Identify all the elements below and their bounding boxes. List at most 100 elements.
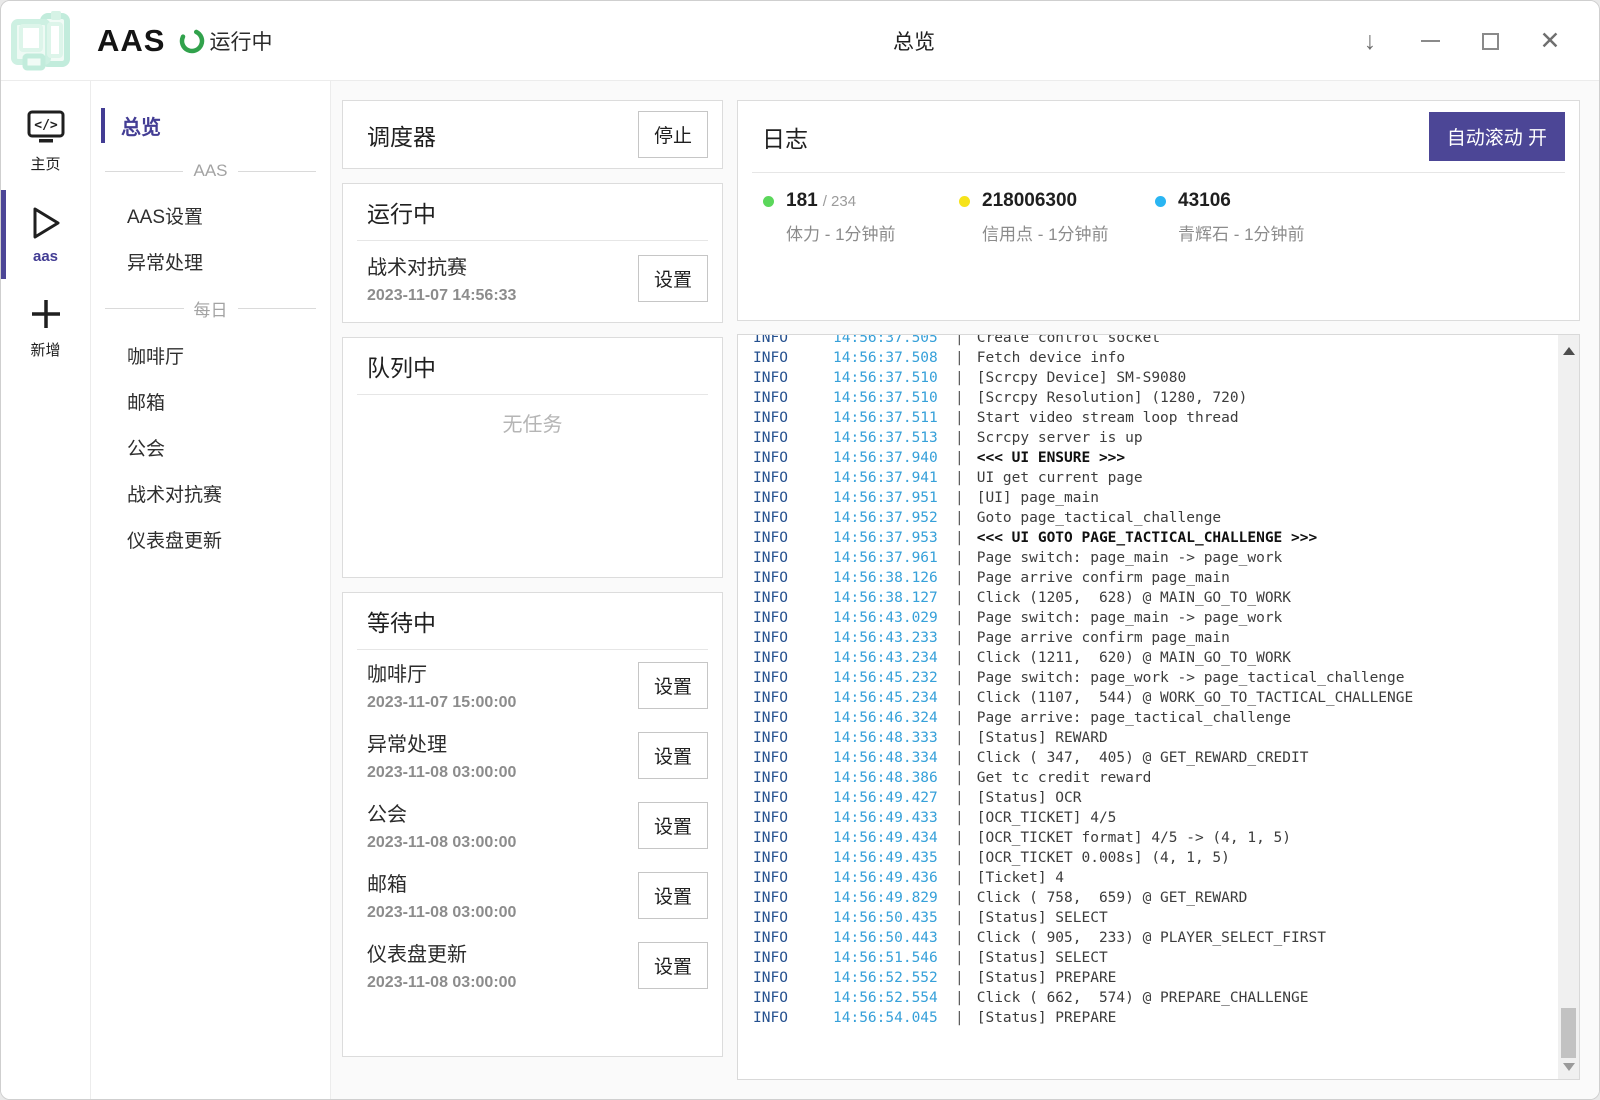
scheduler-title: 调度器 xyxy=(367,118,436,152)
log-scrollbar[interactable] xyxy=(1558,335,1579,1079)
log-separator: | xyxy=(955,490,964,506)
sidebar-item[interactable]: 咖啡厅 xyxy=(91,334,330,377)
log-line: INFO 14:56:38.126 | Page arrive confirm … xyxy=(753,568,1558,588)
log-line: INFO 14:56:52.552 | [Status] PREPARE xyxy=(753,968,1558,988)
scroll-up-icon[interactable] xyxy=(1563,347,1575,355)
log-separator: | xyxy=(955,910,964,926)
log-message: Click (1205, 628) @ MAIN_GO_TO_WORK xyxy=(977,590,1291,606)
sidebar-item[interactable]: 邮箱 xyxy=(91,380,330,423)
run-status-label: 运行中 xyxy=(209,26,272,56)
log-timestamp: 14:56:37.505 xyxy=(833,334,955,346)
log-level: INFO xyxy=(753,334,833,346)
log-level: INFO xyxy=(753,510,833,526)
sidebar-item[interactable]: 每日 xyxy=(91,286,330,331)
log-timestamp: 14:56:43.234 xyxy=(833,650,955,666)
settings-button[interactable]: 设置 xyxy=(638,802,708,849)
sidebar-item-label: AAS xyxy=(193,161,227,181)
sidebar-item-label: 邮箱 xyxy=(127,393,165,414)
settings-button[interactable]: 设置 xyxy=(638,732,708,779)
log-message: [UI] page_main xyxy=(977,490,1099,506)
log-lines: INFO 14:56:37.505 | Create control socke… xyxy=(738,334,1558,1079)
log-line: INFO 14:56:38.127 | Click (1205, 628) @ … xyxy=(753,588,1558,608)
stop-button[interactable]: 停止 xyxy=(638,111,708,158)
log-separator: | xyxy=(955,710,964,726)
download-icon[interactable]: ↓ xyxy=(1357,28,1383,54)
task-time: 2023-11-07 14:56:33 xyxy=(367,287,516,305)
log-message: Click ( 758, 659) @ GET_REWARD xyxy=(977,890,1248,906)
window-controls: ↓ ✕ xyxy=(1357,1,1563,81)
log-level: INFO xyxy=(753,810,833,826)
log-message: Scrcpy server is up xyxy=(977,430,1143,446)
sidebar-item[interactable]: 公会 xyxy=(91,426,330,469)
rail-item-label: aas xyxy=(33,248,58,265)
log-line: INFO 14:56:50.435 | [Status] SELECT xyxy=(753,908,1558,928)
log-message: Get tc credit reward xyxy=(977,770,1152,786)
sidebar-item[interactable]: 仪表盘更新 xyxy=(91,518,330,561)
app-name: AAS xyxy=(97,23,165,59)
stat-value: 218006300 xyxy=(982,190,1077,212)
log-level: INFO xyxy=(753,830,833,846)
log-line: INFO 14:56:43.029 | Page switch: page_ma… xyxy=(753,608,1558,628)
task-time: 2023-11-08 03:00:00 xyxy=(367,834,516,852)
sidebar-item-label: 仪表盘更新 xyxy=(127,531,222,552)
log-line: INFO 14:56:49.435 | [OCR_TICKET 0.008s] … xyxy=(753,848,1558,868)
scrollbar-thumb[interactable] xyxy=(1561,1008,1576,1058)
rail-item-aas[interactable]: aas xyxy=(1,192,90,277)
sidebar-item[interactable]: AAS xyxy=(91,151,330,191)
log-level: INFO xyxy=(753,670,833,686)
log-line: INFO 14:56:37.505 | Create control socke… xyxy=(753,334,1558,348)
sidebar-item-label: 总览 xyxy=(121,117,161,139)
task-time: 2023-11-08 03:00:00 xyxy=(367,904,516,922)
log-level: INFO xyxy=(753,650,833,666)
log-separator: | xyxy=(955,790,964,806)
settings-button[interactable]: 设置 xyxy=(638,255,708,302)
log-line: INFO 14:56:43.233 | Page arrive confirm … xyxy=(753,628,1558,648)
log-separator: | xyxy=(955,990,964,1006)
task-time: 2023-11-08 03:00:00 xyxy=(367,974,516,992)
waiting-task-list: 咖啡厅 2023-11-07 15:00:00 设置 异常处理 2023-11-… xyxy=(343,650,722,1000)
task-name: 公会 xyxy=(367,798,516,827)
rail-item-add[interactable]: 新增 xyxy=(1,283,90,372)
autoscroll-toggle-button[interactable]: 自动滚动 开 xyxy=(1429,112,1565,161)
log-message: [Status] PREPARE xyxy=(977,970,1117,986)
log-message: <<< UI ENSURE >>> xyxy=(977,450,1125,466)
play-icon xyxy=(28,202,64,244)
close-icon[interactable]: ✕ xyxy=(1537,28,1563,54)
log-timestamp: 14:56:49.427 xyxy=(833,790,955,806)
sidebar-item[interactable]: 异常处理 xyxy=(91,240,330,283)
log-message: Goto page_tactical_challenge xyxy=(977,510,1221,526)
log-line: INFO 14:56:51.546 | [Status] SELECT xyxy=(753,948,1558,968)
log-level: INFO xyxy=(753,490,833,506)
running-title: 运行中 xyxy=(367,195,436,229)
log-level: INFO xyxy=(753,970,833,986)
sidebar-item[interactable]: AAS设置 xyxy=(91,194,330,237)
log-line: INFO 14:56:37.953 | <<< UI GOTO PAGE_TAC… xyxy=(753,528,1558,548)
settings-button[interactable]: 设置 xyxy=(638,942,708,989)
log-separator: | xyxy=(955,470,964,486)
log-timestamp: 14:56:48.333 xyxy=(833,730,955,746)
log-line: INFO 14:56:46.324 | Page arrive: page_ta… xyxy=(753,708,1558,728)
task-time: 2023-11-07 15:00:00 xyxy=(367,694,516,712)
rail-item-home[interactable]: </> 主页 xyxy=(1,97,90,186)
log-separator: | xyxy=(955,930,964,946)
log-message: Fetch device info xyxy=(977,350,1125,366)
log-level: INFO xyxy=(753,690,833,706)
log-level: INFO xyxy=(753,390,833,406)
maximize-icon[interactable] xyxy=(1477,28,1503,54)
log-level: INFO xyxy=(753,990,833,1006)
log-separator: | xyxy=(955,630,964,646)
log-level: INFO xyxy=(753,870,833,886)
code-monitor-icon: </> xyxy=(26,107,66,149)
settings-button[interactable]: 设置 xyxy=(638,872,708,919)
log-separator: | xyxy=(955,334,964,346)
log-separator: | xyxy=(955,450,964,466)
log-line: INFO 14:56:37.952 | Goto page_tactical_c… xyxy=(753,508,1558,528)
settings-button[interactable]: 设置 xyxy=(638,662,708,709)
log-message: <<< UI GOTO PAGE_TACTICAL_CHALLENGE >>> xyxy=(977,530,1317,546)
log-separator: | xyxy=(955,610,964,626)
waiting-task-row: 异常处理 2023-11-08 03:00:00 设置 xyxy=(343,720,722,790)
sidebar-item[interactable]: 战术对抗赛 xyxy=(91,472,330,515)
scroll-down-icon[interactable] xyxy=(1563,1063,1575,1071)
sidebar-item[interactable]: 总览 xyxy=(91,103,330,148)
minimize-icon[interactable] xyxy=(1417,28,1443,54)
